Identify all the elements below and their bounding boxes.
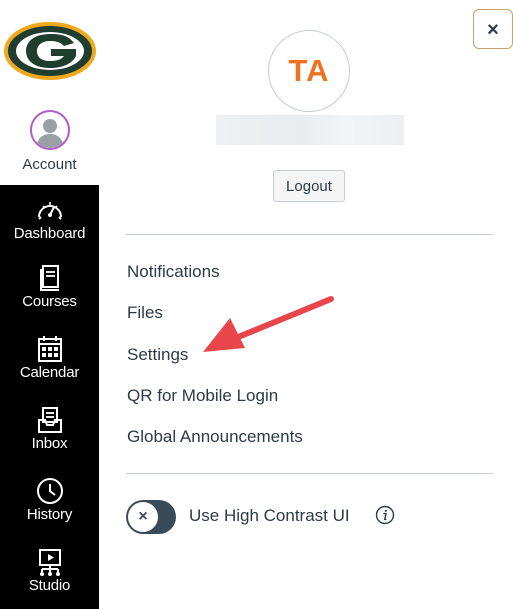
institution-logo[interactable] xyxy=(0,0,99,100)
user-icon xyxy=(36,119,64,148)
annotation-arrow xyxy=(203,296,334,352)
nav-label-inbox: Inbox xyxy=(31,435,68,452)
nav-item-account[interactable]: Account xyxy=(0,100,99,185)
nav-item-calendar[interactable]: Calendar xyxy=(0,334,99,381)
nav-item-courses[interactable]: Courses xyxy=(0,263,99,310)
logout-button[interactable]: Logout xyxy=(273,170,345,202)
nav-item-dashboard[interactable]: Dashboard xyxy=(0,195,99,242)
nav-label-courses: Courses xyxy=(22,293,77,310)
nav-label-studio: Studio xyxy=(28,577,71,594)
nav-label-calendar: Calendar xyxy=(19,364,80,381)
nav-item-studio[interactable]: Studio xyxy=(0,547,99,594)
divider-top xyxy=(126,234,493,235)
close-tray-button[interactable]: × xyxy=(473,9,513,49)
divider-bottom xyxy=(126,473,493,474)
nav-menu: Dashboard Courses Calendar Inbox History… xyxy=(0,185,99,609)
avatar-initials: TA xyxy=(288,53,330,88)
tray-link-settings[interactable]: Settings xyxy=(127,345,188,365)
studio-icon xyxy=(38,549,61,576)
high-contrast-label: Use High Contrast UI xyxy=(189,506,350,525)
tray-link-notifications[interactable]: Notifications xyxy=(127,262,220,282)
logo-icon xyxy=(4,22,96,80)
nav-item-inbox[interactable]: Inbox xyxy=(0,405,99,452)
global-navigation: Account Dashboard Courses Calendar Inbox… xyxy=(0,0,99,609)
info-icon[interactable] xyxy=(375,505,395,525)
history-icon xyxy=(36,478,63,504)
toggle-off-icon: × xyxy=(128,502,158,532)
nav-label-dashboard: Dashboard xyxy=(13,225,86,242)
tray-link-qr-mobile-login[interactable]: QR for Mobile Login xyxy=(127,386,278,406)
calendar-icon xyxy=(37,336,62,362)
nav-item-history[interactable]: History xyxy=(0,476,99,523)
tray-link-global-announcements[interactable]: Global Announcements xyxy=(127,427,303,447)
close-icon: × xyxy=(487,19,499,41)
account-label: Account xyxy=(22,156,77,173)
dashboard-icon xyxy=(37,202,62,220)
high-contrast-toggle[interactable]: × xyxy=(126,500,176,534)
account-avatar xyxy=(30,110,70,150)
tray-link-files[interactable]: Files xyxy=(127,303,163,323)
courses-icon xyxy=(39,265,59,291)
inbox-icon xyxy=(37,407,62,433)
nav-label-history: History xyxy=(26,506,73,523)
user-name-redacted xyxy=(216,115,404,145)
canvas-page: Account Dashboard Courses Calendar Inbox… xyxy=(0,0,513,609)
user-avatar: TA xyxy=(268,30,350,112)
